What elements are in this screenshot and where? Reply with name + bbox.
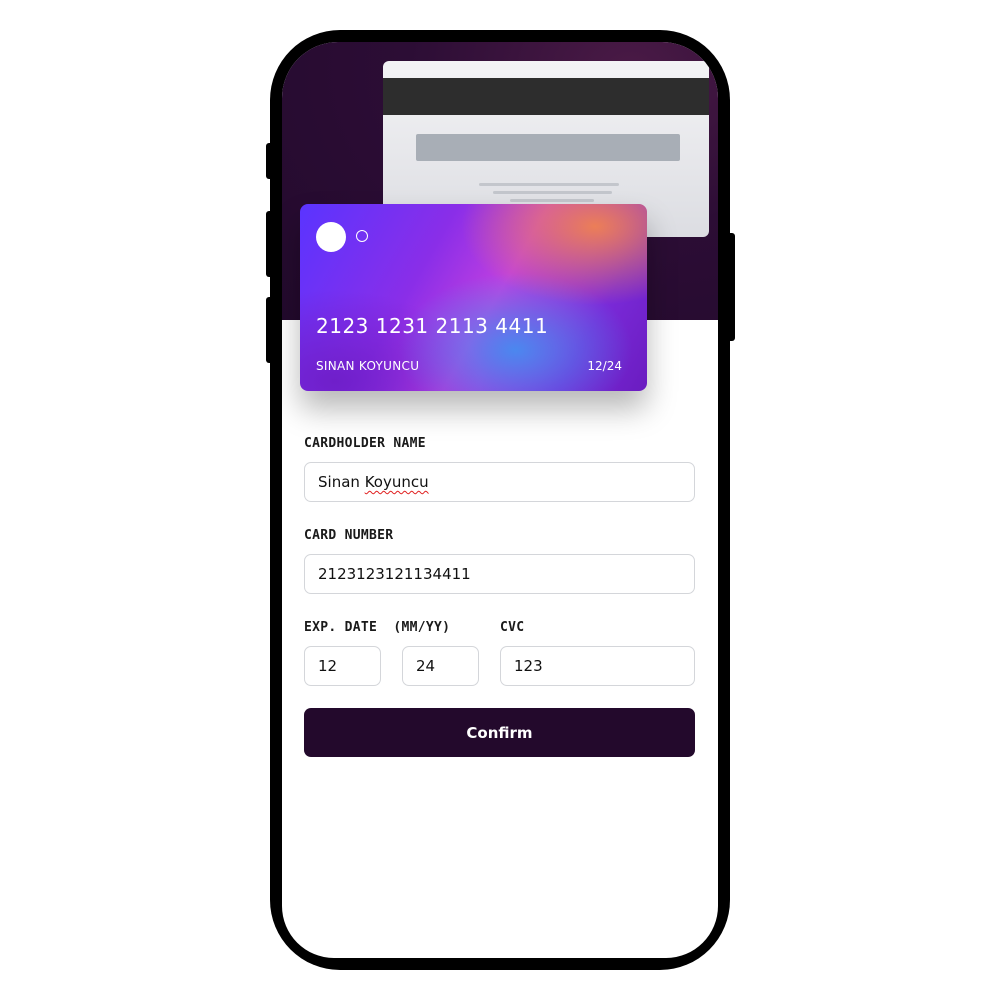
- cvc-value: 123: [514, 657, 543, 675]
- cvc-input[interactable]: 123: [500, 646, 695, 686]
- card-logo-circle-icon: [316, 222, 346, 252]
- card-expiry-display: 12/24: [587, 359, 622, 373]
- cardholder-name-input[interactable]: Sinan Koyuncu: [304, 462, 695, 502]
- exp-date-label: EXP. DATE (MM/YY): [304, 620, 451, 635]
- card-logo-ring-icon: [356, 230, 368, 242]
- card-number-display: 2123 1231 2113 4411: [316, 314, 549, 338]
- card-number-label: CARD NUMBER: [304, 528, 394, 543]
- exp-year-input[interactable]: 24: [402, 646, 479, 686]
- card-front: 2123 1231 2113 4411 SINAN KOYUNCU 12/24: [300, 204, 647, 391]
- cvc-label: CVC: [500, 620, 525, 635]
- cardholder-last-name: Koyuncu: [364, 473, 429, 491]
- exp-month-input[interactable]: 12: [304, 646, 381, 686]
- card-holder-display: SINAN KOYUNCU: [316, 359, 420, 373]
- signature-strip: [416, 134, 680, 161]
- confirm-button[interactable]: Confirm: [304, 708, 695, 757]
- exp-year-value: 24: [416, 657, 436, 675]
- cardholder-name-label: CARDHOLDER NAME: [304, 436, 426, 451]
- phone-screen: 2123 1231 2113 4411 SINAN KOYUNCU 12/24 …: [282, 42, 718, 958]
- cardholder-first-name: Sinan: [318, 473, 360, 491]
- card-number-value: 2123123121134411: [318, 565, 471, 583]
- magnetic-stripe: [383, 78, 709, 115]
- exp-month-value: 12: [318, 657, 338, 675]
- card-number-input[interactable]: 2123123121134411: [304, 554, 695, 594]
